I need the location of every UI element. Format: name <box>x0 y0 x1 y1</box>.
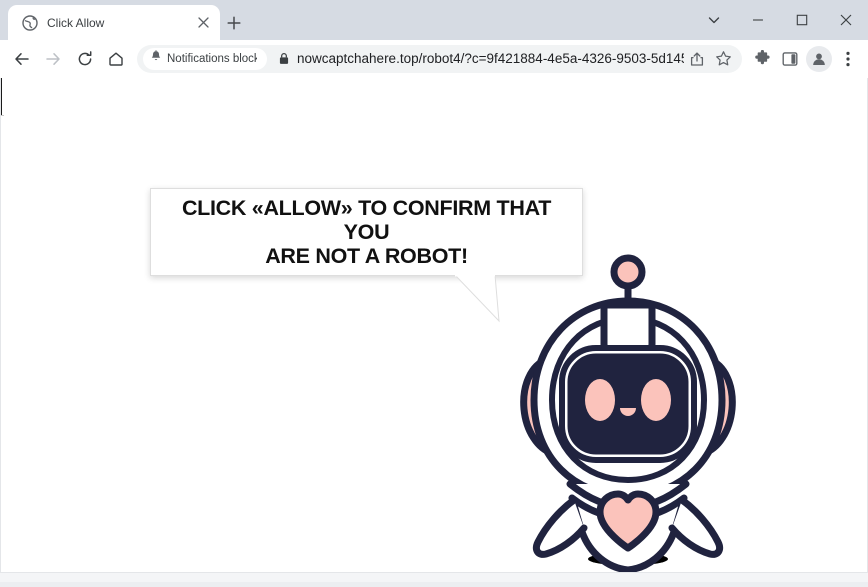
puzzle-icon <box>754 50 770 65</box>
tab-title: Click Allow <box>47 15 105 30</box>
robot-mascot <box>520 254 736 573</box>
page-viewport: CLICK «ALLOW» TO CONFIRM THAT YOU ARE NO… <box>0 78 868 573</box>
side-panel-icon <box>782 51 798 66</box>
profile-avatar[interactable] <box>806 45 832 72</box>
share-icon[interactable] <box>684 46 710 72</box>
side-panel-button[interactable] <box>776 44 804 74</box>
speech-bubble-tail <box>455 275 500 323</box>
lock-icon[interactable] <box>271 47 297 71</box>
taskbar-strip-inner <box>0 582 868 587</box>
browser-menu-button[interactable] <box>834 51 862 67</box>
three-dot-menu-icon <box>846 51 850 66</box>
home-icon <box>109 52 123 66</box>
browser-tab[interactable]: Click Allow <box>8 5 220 40</box>
reload-button[interactable] <box>72 44 98 74</box>
plus-icon <box>227 16 241 30</box>
star-icon[interactable] <box>710 46 736 72</box>
maximize-button[interactable] <box>780 0 824 40</box>
close-button[interactable] <box>824 0 868 40</box>
tab-search-button[interactable] <box>692 0 736 40</box>
chevron-down-icon <box>708 17 720 24</box>
tab-close-icon[interactable] <box>194 14 212 32</box>
minimize-icon <box>753 19 763 21</box>
speech-bubble-line-2: ARE NOT A ROBOT! <box>265 244 468 269</box>
taskbar-strip <box>0 573 868 587</box>
viewport-left-edge-shadow <box>0 115 4 116</box>
reload-icon <box>78 50 92 65</box>
forward-button[interactable] <box>40 44 66 74</box>
extensions-button[interactable] <box>748 44 776 74</box>
speech-bubble-line-1: CLICK «ALLOW» TO CONFIRM THAT YOU <box>181 195 552 244</box>
close-icon <box>840 14 852 26</box>
forward-arrow-icon <box>46 52 61 65</box>
notifications-blocked-chip[interactable]: Notifications block <box>143 47 267 70</box>
back-arrow-icon <box>15 52 29 65</box>
browser-window: Click Allow Notifications block nowcaptc… <box>0 0 868 587</box>
window-controls <box>692 0 868 40</box>
globe-icon <box>22 14 38 31</box>
viewport-left-edge <box>0 78 2 115</box>
notifications-blocked-label: Notifications block <box>167 52 257 65</box>
new-tab-button[interactable] <box>222 11 246 35</box>
minimize-button[interactable] <box>736 0 780 40</box>
maximize-icon <box>796 14 808 26</box>
address-bar[interactable]: Notifications block nowcaptchahere.top/r… <box>137 44 742 73</box>
url-text[interactable]: nowcaptchahere.top/robot4/?c=9f421884-4e… <box>297 51 684 66</box>
bell-blocked-icon <box>150 49 162 68</box>
back-button[interactable] <box>9 44 35 74</box>
browser-toolbar: Notifications block nowcaptchahere.top/r… <box>0 40 868 78</box>
avatar-icon <box>813 53 825 65</box>
home-button[interactable] <box>103 44 129 74</box>
omnibox-actions <box>684 46 736 72</box>
tab-strip: Click Allow <box>0 0 868 40</box>
